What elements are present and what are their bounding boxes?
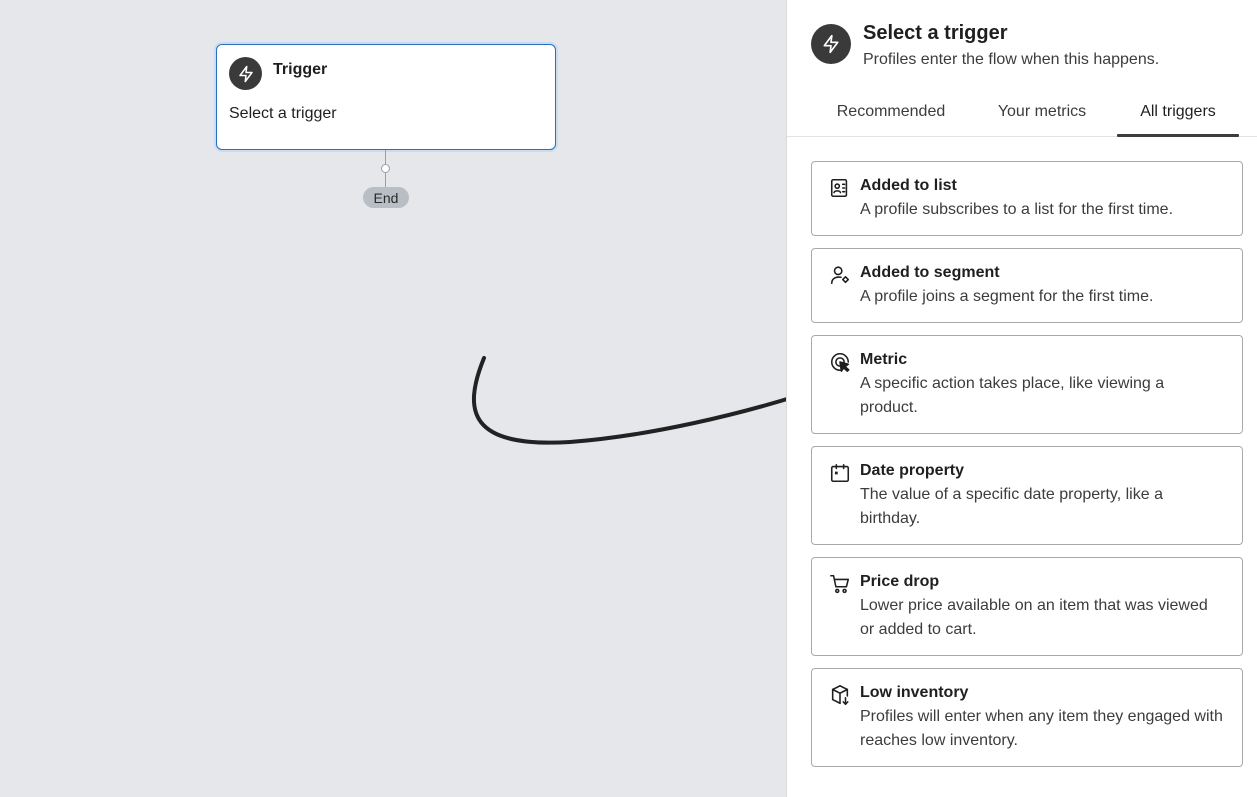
trigger-tabs: Recommended Your metrics All triggers [787, 88, 1257, 137]
option-title: Added to list [860, 177, 957, 194]
panel-title: Select a trigger [863, 22, 1008, 44]
trigger-option-metric[interactable]: Metric A specific action takes place, li… [811, 335, 1243, 434]
tab-all-triggers[interactable]: All triggers [1117, 88, 1239, 137]
trigger-option-list: Added to list A profile subscribes to a … [811, 161, 1243, 779]
trigger-option-low-inventory[interactable]: Low inventory Profiles will enter when a… [811, 668, 1243, 767]
option-description: A profile subscribes to a list for the f… [860, 201, 1174, 218]
flow-builder: Trigger Select a trigger End Select a tr… [0, 0, 1257, 797]
option-title: Price drop [860, 573, 940, 590]
box-down-icon [829, 684, 851, 706]
option-description: Lower price available on an item that wa… [860, 597, 1208, 638]
option-description: Profiles will enter when any item they e… [860, 708, 1223, 749]
option-title: Metric [860, 351, 908, 368]
tab-recommended[interactable]: Recommended [825, 88, 957, 136]
contact-list-icon [829, 177, 851, 199]
shopping-cart-icon [829, 573, 851, 595]
option-title: Low inventory [860, 684, 969, 701]
tab-your-metrics[interactable]: Your metrics [987, 88, 1097, 136]
panel-subtitle: Profiles enter the flow when this happen… [863, 51, 1160, 68]
option-description: A specific action takes place, like view… [860, 375, 1165, 416]
trigger-panel: Select a trigger Profiles enter the flow… [786, 0, 1257, 797]
option-description: A profile joins a segment for the first … [860, 288, 1154, 305]
trigger-option-price-drop[interactable]: Price drop Lower price available on an i… [811, 557, 1243, 656]
option-title: Date property [860, 462, 965, 479]
option-title: Added to segment [860, 264, 1000, 281]
calendar-icon [829, 462, 851, 484]
cursor-target-icon [829, 351, 851, 373]
user-segment-icon [829, 264, 851, 286]
trigger-option-added-to-segment[interactable]: Added to segment A profile joins a segme… [811, 248, 1243, 323]
lightning-icon [811, 24, 851, 64]
trigger-option-date-property[interactable]: Date property The value of a specific da… [811, 446, 1243, 545]
trigger-option-added-to-list[interactable]: Added to list A profile subscribes to a … [811, 161, 1243, 236]
option-description: The value of a specific date property, l… [860, 486, 1163, 527]
